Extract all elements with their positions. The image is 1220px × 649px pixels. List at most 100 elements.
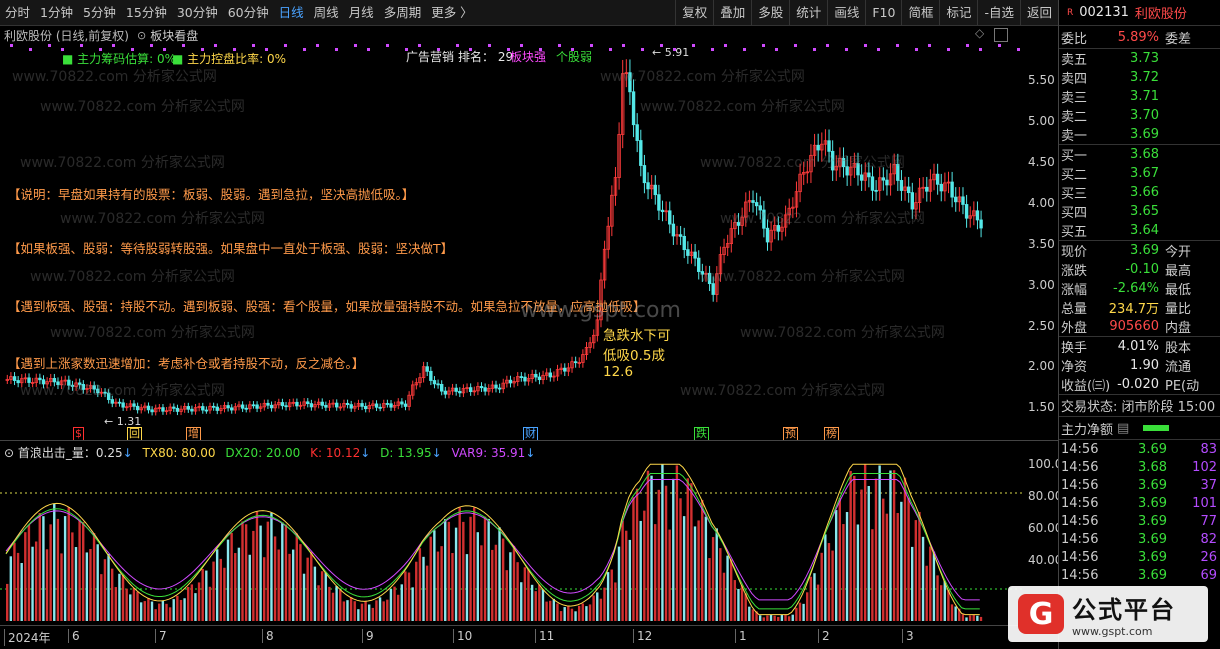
candle-body [172,406,176,409]
watermark-row-3: www.70822.com 分析家公式网 [20,155,225,171]
period-tab[interactable]: 多周期 [379,0,427,26]
event-mark[interactable]: 财 [523,427,538,441]
event-mark[interactable]: $ [73,427,84,441]
candlestick-chart[interactable]: ■ 主力筹码估算: 0% ■ 主力控盘比率: 0% 广告营销 排名： 29 板块… [0,44,1058,441]
volume-bar [63,516,67,621]
toolbar-button[interactable]: F10 [865,0,901,26]
volume-bar [693,526,697,621]
volume-bar [730,559,733,621]
volume-bar [306,557,309,621]
volume-bar [281,522,284,621]
order-book-row[interactable]: 卖三 3.71 [1059,87,1220,106]
signal-dot [590,44,593,47]
volume-bar [824,534,827,621]
volume-bar [176,595,179,621]
k-label: K: 10.12 [310,446,361,460]
volume-bar [168,607,172,621]
toolbar-button[interactable]: -自选 [977,0,1020,26]
event-mark[interactable]: 跌 [694,427,709,441]
period-tab[interactable]: 月线 [344,0,379,26]
signal-dot [316,44,319,47]
signal-dot [622,44,625,47]
ytick-label: 2.00 [1028,359,1055,373]
volume-bar [552,598,556,621]
toolbar-button[interactable]: 返回 [1019,0,1058,26]
order-book-row[interactable]: 卖二 3.70 [1059,106,1220,125]
order-book-row[interactable]: 买五 3.64 [1059,221,1220,240]
period-tab[interactable]: 日线 [274,0,309,26]
toolbar-button[interactable]: 叠加 [713,0,751,26]
volume-bar [491,549,494,621]
indicator-collapse-icon[interactable]: ⊙ [4,446,14,460]
candle-body [925,186,929,192]
panel-dropdown-icon[interactable]: ⊙ [137,29,146,42]
volume-bar [483,516,487,621]
stat-row: 换手 4.01% 股本 [1061,339,1192,356]
volume-bar [433,530,436,621]
candle-body [519,376,524,378]
signal-dot [418,44,421,47]
toolbar-button[interactable]: 画线 [827,0,865,26]
toolbar-button[interactable]: 标记 [939,0,977,26]
watermark-row-2b: www.70822.com 分析家公式网 [640,99,845,115]
period-tab[interactable]: 1分钟 [35,0,78,26]
date-axis-label: 9 [362,629,374,643]
panel-label[interactable]: 板块看盘 [150,27,198,44]
volume-bar [74,547,78,621]
volume-bar [715,528,718,621]
toolbar-button[interactable]: 多股 [751,0,789,26]
volume-bar [581,603,584,621]
chart-info-bar: 利欧股份 (日线,前复权) ⊙ 板块看盘 ◇ [0,26,1058,44]
volume-bar [132,587,136,621]
volume-bar [371,607,375,621]
event-mark[interactable]: 榜 [824,427,839,441]
volume-bar [929,546,932,621]
grid-icon[interactable]: ▤ [1117,421,1129,436]
indicator-chart[interactable]: ⊙ 首浪出击_量：0.25↓ TX80: 80.00 DX20: 20.00 K… [0,440,1062,625]
order-book-row[interactable]: 买一 3.68 [1059,145,1220,164]
volume-bar [563,607,566,621]
date-axis-label: 10 [453,629,472,643]
event-mark[interactable]: 预 [783,427,798,441]
period-tab[interactable]: 5分钟 [78,0,121,26]
volume-bar [556,603,559,621]
order-book-row[interactable]: 买三 3.66 [1059,183,1220,202]
volume-bar [353,601,356,621]
signal-dot [182,44,185,47]
volume-bar [769,614,773,621]
toolbar-button[interactable]: 统计 [789,0,827,26]
volume-bar [49,524,52,621]
volume-bar [697,520,700,621]
volume-bar [628,539,632,621]
window-restore-icon[interactable] [994,28,1008,42]
volume-bar [458,507,461,621]
toolbar-button[interactable]: 简框 [901,0,939,26]
volume-bar [335,585,338,621]
volume-bar [82,522,85,621]
candle-body [754,202,759,207]
diamond-icon[interactable]: ◇ [975,26,984,40]
candle-body [537,376,542,381]
volume-bar [277,549,280,621]
watermark-row-7: www.70822.com 分析家公式网 [20,383,225,399]
signal-dot [1017,48,1020,51]
event-mark[interactable]: 回 [127,427,142,441]
order-book-row[interactable]: 买四 3.65 [1059,202,1220,221]
period-tab[interactable]: 30分钟 [172,0,223,26]
period-tab[interactable]: 周线 [309,0,344,26]
order-book-row[interactable]: 卖五 3.73 [1059,49,1220,68]
period-tab[interactable]: 更多 〉 [426,0,477,26]
order-book-row[interactable]: 买二 3.67 [1059,164,1220,183]
order-book-row[interactable]: 卖四 3.72 [1059,68,1220,87]
volume-bar [161,600,165,621]
toolbar-button[interactable]: 复权 [675,0,713,26]
order-book-row[interactable]: 卖一 3.69 [1059,125,1220,144]
event-mark[interactable]: 增 [186,427,201,441]
date-axis-label: 8 [262,629,274,643]
period-tab[interactable]: 分时 [0,0,35,26]
volume-bar [462,521,465,621]
volume-bar [154,609,157,621]
volume-bar [248,554,251,621]
period-tab[interactable]: 15分钟 [121,0,172,26]
period-tab[interactable]: 60分钟 [223,0,274,26]
